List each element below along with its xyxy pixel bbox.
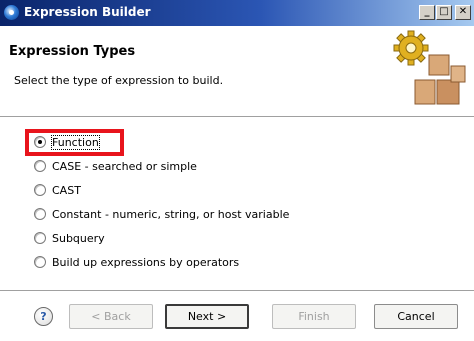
close-button[interactable]: ✕: [455, 5, 471, 20]
radio-button[interactable]: [34, 184, 46, 196]
expression-builder-icon: [4, 5, 19, 20]
radio-label[interactable]: CAST: [52, 184, 81, 197]
minimize-button[interactable]: _: [419, 5, 435, 20]
red-highlight-box: [25, 129, 124, 156]
radio-label[interactable]: Build up expressions by operators: [52, 256, 239, 269]
finish-button[interactable]: Finish: [272, 304, 356, 329]
title-bar[interactable]: Expression Builder _ □ ✕: [0, 0, 474, 26]
radio-option-subquery[interactable]: Subquery: [34, 229, 105, 247]
back-button[interactable]: < Back: [69, 304, 153, 329]
cancel-button[interactable]: Cancel: [374, 304, 458, 329]
expression-builder-dialog: Expression Builder _ □ ✕ Expression Type…: [0, 0, 474, 341]
gear-boxes-icon: [393, 30, 466, 105]
window-title: Expression Builder: [24, 5, 151, 19]
maximize-button[interactable]: □: [436, 5, 452, 20]
radio-option-case[interactable]: CASE - searched or simple: [34, 157, 197, 175]
radio-option-constant[interactable]: Constant - numeric, string, or host vari…: [34, 205, 289, 223]
radio-label[interactable]: CASE - searched or simple: [52, 160, 197, 173]
radio-option-cast[interactable]: CAST: [34, 181, 81, 199]
radio-button[interactable]: [34, 208, 46, 220]
page-description: Select the type of expression to build.: [14, 74, 224, 87]
radio-button[interactable]: [34, 160, 46, 172]
help-icon[interactable]: ?: [34, 307, 53, 326]
radio-button[interactable]: [34, 256, 46, 268]
next-button[interactable]: Next >: [165, 304, 249, 329]
radio-label[interactable]: Constant - numeric, string, or host vari…: [52, 208, 289, 221]
radio-label[interactable]: Subquery: [52, 232, 105, 245]
page-title: Expression Types: [9, 44, 136, 59]
button-bar: ? < Back Next > Finish Cancel: [0, 292, 474, 341]
radio-button[interactable]: [34, 232, 46, 244]
radio-option-operators[interactable]: Build up expressions by operators: [34, 253, 239, 271]
wizard-header: Expression Types Select the type of expr…: [0, 26, 474, 116]
